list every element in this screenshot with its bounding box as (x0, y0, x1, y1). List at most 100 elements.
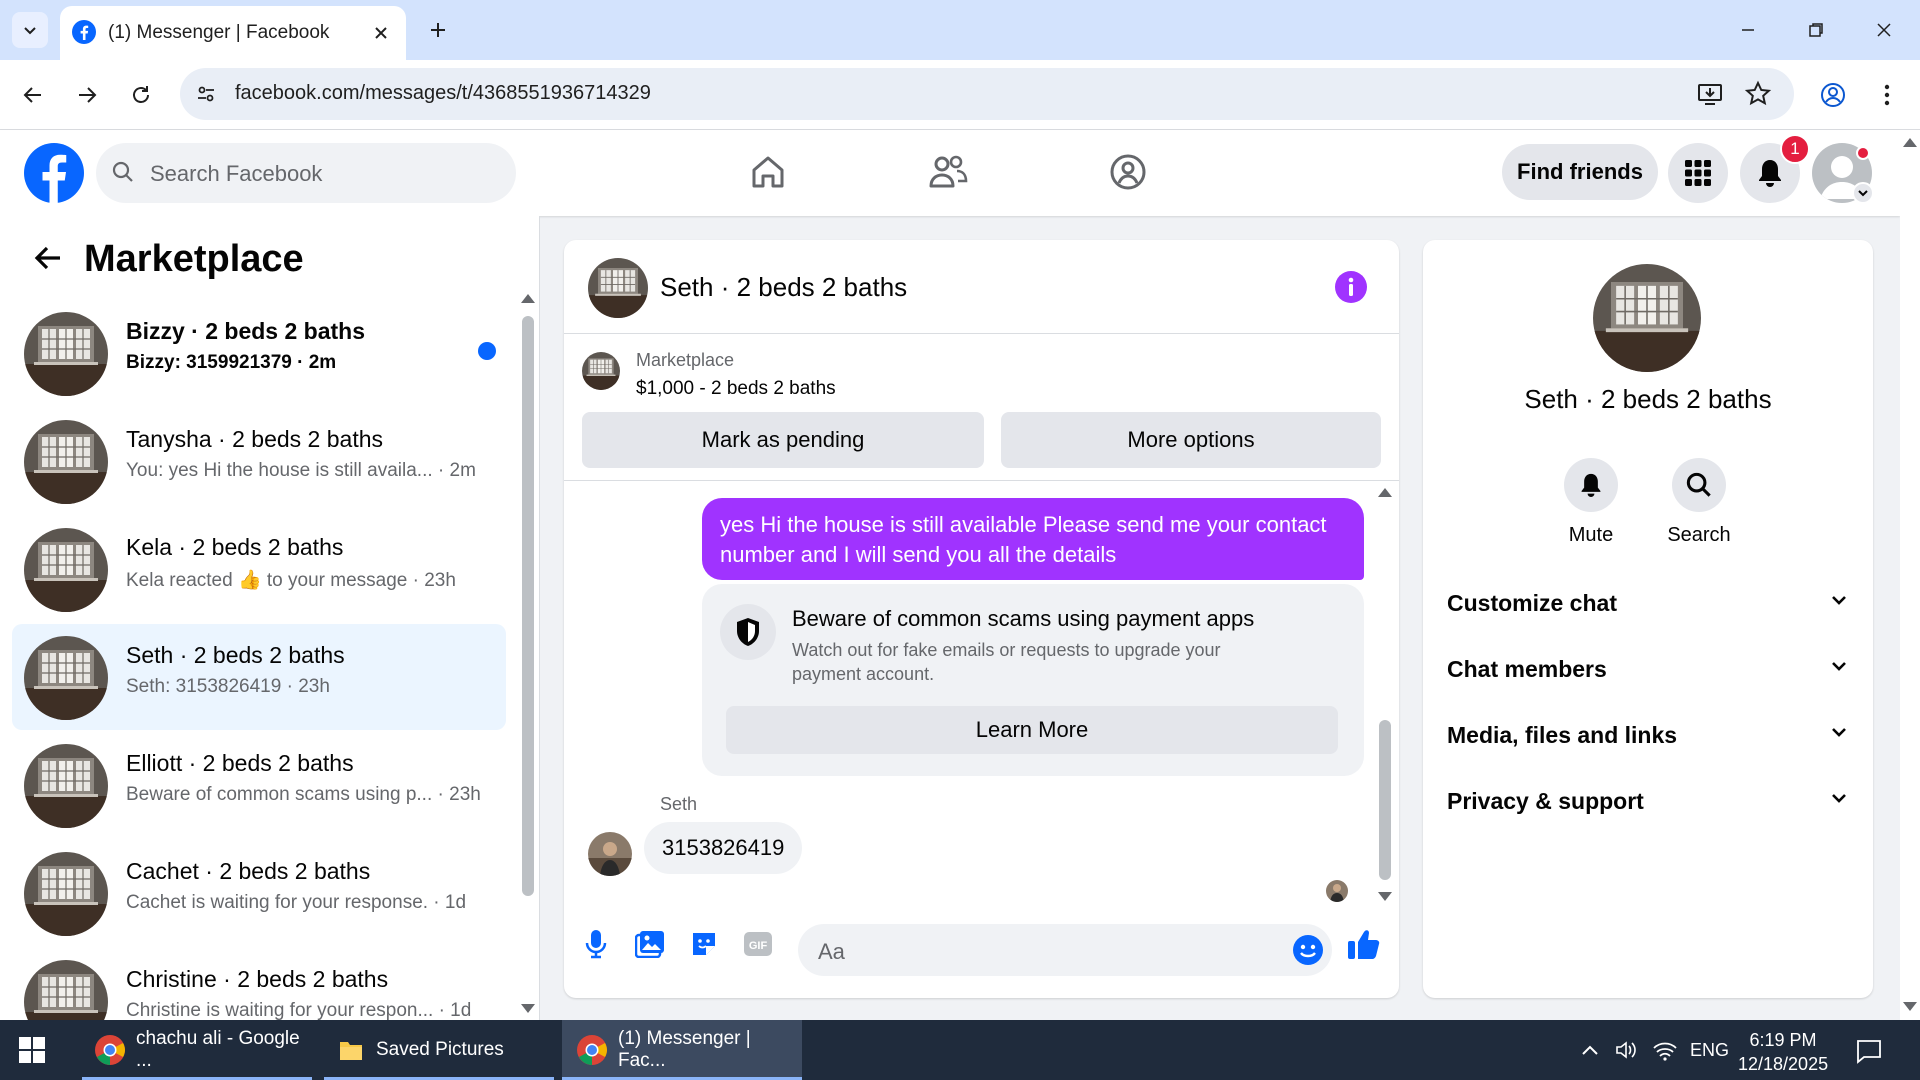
chat-info-icon[interactable] (1334, 270, 1368, 304)
input-language[interactable]: ENG (1690, 1040, 1729, 1061)
browser-profile-button[interactable] (1814, 76, 1852, 114)
contact-profile-avatar[interactable] (1593, 264, 1701, 372)
back-to-chats-button[interactable] (28, 238, 68, 278)
page-scroll-up-arrow[interactable] (1903, 138, 1917, 147)
taskbar-chrome-window-1[interactable]: chachu ali - Google ... (82, 1020, 312, 1080)
notification-center-icon[interactable] (1856, 1038, 1882, 1064)
chrome-icon (576, 1034, 608, 1066)
conversation-list: Marketplace Bizzy · 2 beds 2 baths Bizzy:… (0, 216, 540, 1020)
tune-icon (198, 86, 214, 102)
close-window-button[interactable] (1864, 12, 1904, 48)
facebook-logo-icon[interactable] (24, 143, 84, 203)
chat-members-section[interactable]: Chat members (1447, 644, 1849, 692)
outgoing-message-bubble[interactable]: yes Hi the house is still available Plea… (702, 498, 1364, 580)
chat-panel: Seth · 2 beds 2 baths Marketplace $1,000… (564, 240, 1399, 998)
account-alert-dot (1856, 146, 1870, 160)
tab-search-button[interactable] (12, 12, 48, 48)
plus-icon (431, 23, 445, 37)
emoji-icon[interactable] (1292, 934, 1324, 966)
gif-button[interactable]: GIF (740, 926, 776, 962)
scam-warning-body: Watch out for fake emails or requests to… (792, 640, 1221, 684)
conversation-name: Kela · 2 beds 2 baths (126, 534, 344, 560)
show-hidden-icons-icon[interactable] (1580, 1040, 1600, 1060)
system-clock[interactable]: 6:19 PM 12/18/2025 (1738, 1028, 1828, 1076)
volume-icon[interactable] (1614, 1038, 1638, 1062)
page-scroll-down-arrow[interactable] (1903, 1002, 1917, 1011)
browser-tab-messenger[interactable]: (1) Messenger | Facebook (60, 6, 406, 60)
mark-as-pending-button[interactable]: Mark as pending (582, 412, 984, 468)
shield-icon (720, 604, 776, 660)
listing-price[interactable]: $1,000 - 2 beds 2 baths (636, 378, 836, 400)
scam-warning-card: Beware of common scams using payment app… (702, 584, 1364, 776)
browser-tab-bar: (1) Messenger | Facebook (0, 0, 1920, 60)
thumbs-up-icon[interactable] (1346, 926, 1382, 962)
privacy-support-section[interactable]: Privacy & support (1447, 776, 1849, 824)
forward-button[interactable] (68, 76, 106, 114)
search-in-chat-button[interactable]: Search (1649, 458, 1749, 547)
listing-thumbnail[interactable] (582, 352, 620, 390)
scroll-down-arrow[interactable] (521, 1004, 535, 1013)
sticker-button[interactable] (686, 926, 722, 962)
tab-close-button[interactable] (368, 20, 394, 46)
browser-menu-button[interactable] (1868, 76, 1906, 114)
conversation-item[interactable]: Seth · 2 beds 2 baths Seth: 3153826419 · … (12, 624, 506, 730)
conversation-item[interactable]: Kela · 2 beds 2 baths Kela reacted 👍 to y… (12, 516, 506, 622)
nav-friends[interactable] (918, 144, 978, 200)
site-info-button[interactable] (192, 80, 220, 108)
conversation-item[interactable]: Cachet · 2 beds 2 baths Cachet is waiting… (12, 840, 506, 946)
conversation-item[interactable]: Tanysha · 2 beds 2 baths You: yes Hi the … (12, 408, 506, 514)
restore-button[interactable] (1796, 12, 1836, 48)
chat-scroll-down-arrow[interactable] (1378, 892, 1392, 901)
chat-scrollbar[interactable] (1379, 720, 1391, 880)
nav-home[interactable] (738, 144, 798, 200)
windows-start-icon[interactable] (18, 1036, 46, 1064)
conversation-item[interactable]: Elliott · 2 beds 2 baths Beware of common… (12, 732, 506, 838)
search-placeholder: Search Facebook (150, 161, 323, 186)
conversation-preview: You: yes Hi the house is still availa...… (126, 460, 476, 481)
menu-button[interactable] (1668, 143, 1728, 203)
taskbar-item-label: Saved Pictures (376, 1039, 504, 1060)
learn-more-button[interactable]: Learn More (726, 706, 1338, 754)
conversation-preview: Beware of common scams using p... · 23h (126, 784, 481, 805)
mute-button[interactable]: Mute (1541, 458, 1641, 547)
voice-clip-button[interactable] (578, 926, 614, 962)
install-app-icon[interactable] (1696, 80, 1724, 108)
bookmark-star-icon[interactable] (1744, 80, 1772, 108)
sender-avatar[interactable] (588, 832, 632, 876)
conversation-preview: Seth: 3153826419 · 23h (126, 676, 330, 697)
chevron-down-icon (1829, 656, 1849, 676)
scroll-up-arrow[interactable] (521, 294, 535, 303)
more-options-button[interactable]: More options (1001, 412, 1381, 468)
conversation-avatar (24, 420, 108, 504)
nav-groups[interactable] (1098, 144, 1158, 200)
back-button[interactable] (14, 76, 52, 114)
conversation-avatar (24, 636, 108, 720)
attach-photo-button[interactable] (632, 926, 668, 962)
conversation-preview: Christine is waiting for your respon... … (126, 1000, 472, 1020)
chat-scroll-up-arrow[interactable] (1378, 488, 1392, 497)
reload-button[interactable] (122, 76, 160, 114)
message-input[interactable]: Aa (798, 924, 1332, 976)
page-scrollbar[interactable] (1900, 130, 1920, 1020)
taskbar-saved-pictures[interactable]: Saved Pictures (324, 1020, 554, 1080)
facebook-search-input[interactable]: Search Facebook (96, 143, 516, 203)
wifi-icon[interactable] (1652, 1038, 1678, 1062)
listing-source-label: Marketplace (636, 350, 735, 370)
conversation-item[interactable]: Christine · 2 beds 2 baths Christine is w… (12, 948, 506, 1020)
minimize-button[interactable] (1728, 12, 1768, 48)
chat-title[interactable]: Seth · 2 beds 2 baths (660, 272, 907, 303)
section-label: Customize chat (1447, 590, 1617, 616)
chrome-icon (94, 1034, 126, 1066)
conversation-list-scrollbar[interactable] (522, 316, 534, 896)
customize-chat-section[interactable]: Customize chat (1447, 578, 1849, 626)
media-files-links-section[interactable]: Media, files and links (1447, 710, 1849, 758)
conversation-item[interactable]: Bizzy · 2 beds 2 baths Bizzy: 3159921379 … (12, 300, 506, 406)
address-bar[interactable]: facebook.com/messages/t/4368551936714329 (180, 68, 1794, 120)
tab-title: (1) Messenger | Facebook (108, 22, 330, 43)
new-tab-button[interactable] (422, 14, 454, 46)
incoming-message-bubble[interactable]: 3153826419 (644, 822, 803, 874)
taskbar-chrome-window-2[interactable]: (1) Messenger | Fac... (562, 1020, 802, 1080)
chat-avatar[interactable] (588, 258, 648, 318)
find-friends-button[interactable]: Find friends (1502, 144, 1658, 200)
account-menu-chevron[interactable] (1852, 182, 1874, 204)
